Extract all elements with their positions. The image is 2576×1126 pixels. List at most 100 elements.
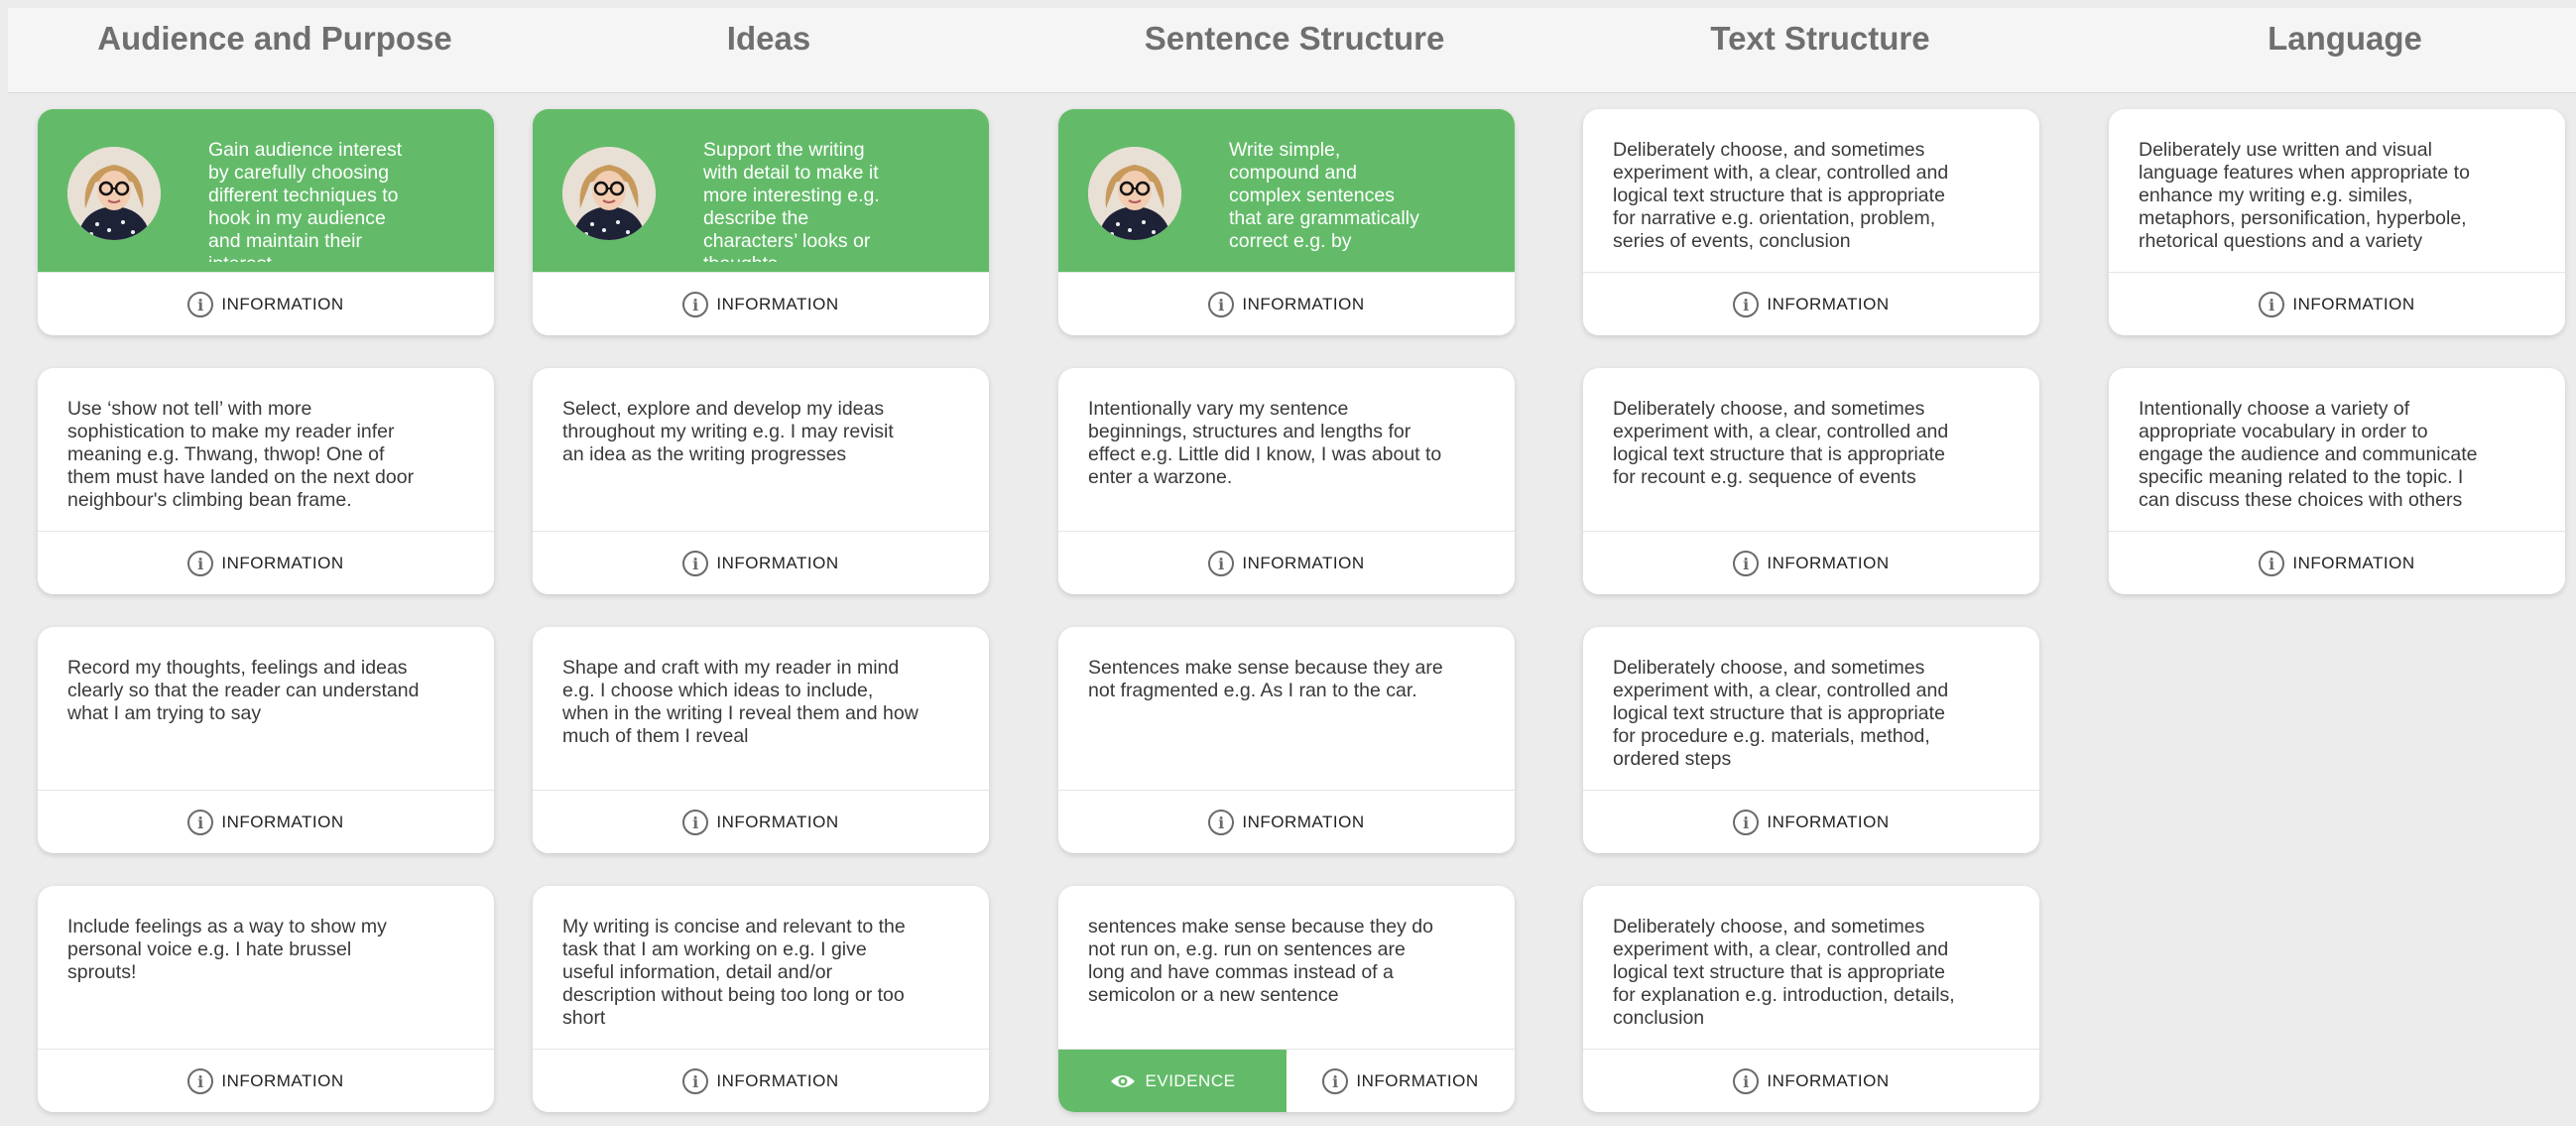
student-avatar <box>67 147 161 240</box>
progressions-board: Audience and Purpose Gain audience inter… <box>0 0 2576 1126</box>
info-icon: i <box>682 810 709 835</box>
information-button[interactable]: i INFORMATION <box>2109 273 2565 335</box>
progression-card[interactable]: Use ‘show not tell’ with more sophistica… <box>38 368 494 594</box>
progression-card[interactable]: Intentionally vary my sentence beginning… <box>1058 368 1515 594</box>
card-text: Deliberately choose, and sometimes exper… <box>1613 657 1949 770</box>
information-button[interactable]: i INFORMATION <box>38 1050 494 1112</box>
card-body[interactable]: Intentionally vary my sentence beginning… <box>1058 368 1515 531</box>
evidence-label: EVIDENCE <box>1145 1071 1236 1090</box>
card-body[interactable]: My writing is concise and relevant to th… <box>533 886 989 1049</box>
card-body[interactable]: Deliberately choose, and sometimes exper… <box>1583 368 2039 531</box>
card-body[interactable]: Write simple, compound and complex sente… <box>1058 109 1515 272</box>
progression-card[interactable]: Deliberately use written and visual lang… <box>2109 109 2565 335</box>
card-footer: i INFORMATION <box>1583 272 2039 335</box>
info-icon: i <box>682 1068 709 1094</box>
progression-card-selected[interactable]: Write simple, compound and complex sente… <box>1058 109 1515 335</box>
information-button[interactable]: i INFORMATION <box>533 532 989 594</box>
card-footer: i INFORMATION <box>1058 272 1515 335</box>
card-body[interactable]: Record my thoughts, feelings and ideas c… <box>38 627 494 790</box>
information-button[interactable]: i INFORMATION <box>1058 791 1515 853</box>
information-button[interactable]: i INFORMATION <box>1583 1050 2039 1112</box>
information-button[interactable]: i INFORMATION <box>2109 532 2565 594</box>
information-button[interactable]: i INFORMATION <box>38 532 494 594</box>
information-button[interactable]: i INFORMATION <box>38 273 494 335</box>
progression-card[interactable]: Deliberately choose, and sometimes exper… <box>1583 886 2039 1112</box>
progression-card[interactable]: Deliberately choose, and sometimes exper… <box>1583 368 2039 594</box>
information-button[interactable]: i INFORMATION <box>1583 532 2039 594</box>
info-icon: i <box>2259 551 2285 576</box>
information-button[interactable]: i INFORMATION <box>1583 791 2039 853</box>
card-text: Intentionally choose a variety of approp… <box>2139 398 2478 511</box>
progression-card[interactable]: sentences make sense because they do not… <box>1058 886 1515 1112</box>
progression-card[interactable]: Include feelings as a way to show my per… <box>38 886 494 1112</box>
card-body[interactable]: Shape and craft with my reader in mind e… <box>533 627 989 790</box>
info-icon: i <box>187 810 214 835</box>
card-body[interactable]: Support the writing with detail to make … <box>533 109 989 272</box>
progression-card-selected[interactable]: Gain audience interest by carefully choo… <box>38 109 494 335</box>
card-body[interactable]: Gain audience interest by carefully choo… <box>38 109 494 272</box>
card-footer: i INFORMATION <box>38 790 494 853</box>
student-avatar-graphic <box>67 147 161 240</box>
info-icon: i <box>1733 551 1760 576</box>
info-icon: i <box>1733 292 1760 317</box>
card-body[interactable]: Intentionally choose a variety of approp… <box>2109 368 2565 531</box>
evidence-button[interactable]: EVIDENCE <box>1058 1050 1287 1112</box>
card-text: Select, explore and develop my ideas thr… <box>562 398 894 465</box>
card-footer: i INFORMATION <box>1583 531 2039 594</box>
progression-card[interactable]: Intentionally choose a variety of approp… <box>2109 368 2565 594</box>
progression-card[interactable]: Deliberately choose, and sometimes exper… <box>1583 627 2039 853</box>
card-body[interactable]: Include feelings as a way to show my per… <box>38 886 494 1049</box>
progression-card[interactable]: Sentences make sense because they are no… <box>1058 627 1515 853</box>
information-button[interactable]: i INFORMATION <box>1058 273 1515 335</box>
card-text: Shape and craft with my reader in mind e… <box>562 657 919 747</box>
card-text: sentences make sense because they do not… <box>1088 916 1433 1006</box>
progression-card[interactable]: Shape and craft with my reader in mind e… <box>533 627 989 853</box>
information-label: INFORMATION <box>2292 554 2415 572</box>
information-button[interactable]: i INFORMATION <box>1583 273 2039 335</box>
card-body[interactable]: Deliberately choose, and sometimes exper… <box>1583 886 2039 1049</box>
card-body[interactable]: Deliberately use written and visual lang… <box>2109 109 2565 272</box>
card-footer: i INFORMATION <box>1058 790 1515 853</box>
information-button[interactable]: i INFORMATION <box>533 273 989 335</box>
info-icon: i <box>187 551 214 576</box>
card-text: Sentences make sense because they are no… <box>1088 657 1443 701</box>
progression-card[interactable]: Deliberately choose, and sometimes exper… <box>1583 109 2039 335</box>
information-label: INFORMATION <box>716 295 839 313</box>
progression-card[interactable]: Select, explore and develop my ideas thr… <box>533 368 989 594</box>
info-icon: i <box>2259 292 2285 317</box>
info-icon: i <box>1733 1068 1760 1094</box>
information-button[interactable]: i INFORMATION <box>1287 1050 1515 1112</box>
info-icon: i <box>187 1068 214 1094</box>
card-body[interactable]: Sentences make sense because they are no… <box>1058 627 1515 790</box>
information-label: INFORMATION <box>1356 1071 1479 1090</box>
card-text: Deliberately choose, and sometimes exper… <box>1613 139 1949 252</box>
information-button[interactable]: i INFORMATION <box>533 791 989 853</box>
card-footer: EVIDENCE i INFORMATION <box>1058 1049 1515 1112</box>
card-text: Gain audience interest by carefully choo… <box>208 139 403 262</box>
information-label: INFORMATION <box>716 1071 839 1090</box>
info-icon: i <box>1208 292 1235 317</box>
card-body[interactable]: sentences make sense because they do not… <box>1058 886 1515 1049</box>
information-label: INFORMATION <box>221 813 344 831</box>
card-body[interactable]: Use ‘show not tell’ with more sophistica… <box>38 368 494 531</box>
information-button[interactable]: i INFORMATION <box>533 1050 989 1112</box>
info-icon: i <box>1208 810 1235 835</box>
card-footer: i INFORMATION <box>1583 790 2039 853</box>
card-body[interactable]: Deliberately choose, and sometimes exper… <box>1583 627 2039 790</box>
information-label: INFORMATION <box>1767 1071 1890 1090</box>
progression-card[interactable]: Record my thoughts, feelings and ideas c… <box>38 627 494 853</box>
card-body[interactable]: Select, explore and develop my ideas thr… <box>533 368 989 531</box>
information-button[interactable]: i INFORMATION <box>38 791 494 853</box>
card-footer: i INFORMATION <box>38 272 494 335</box>
information-label: INFORMATION <box>1242 295 1365 313</box>
progression-card-selected[interactable]: Support the writing with detail to make … <box>533 109 989 335</box>
card-body[interactable]: Deliberately choose, and sometimes exper… <box>1583 109 2039 272</box>
card-text: Use ‘show not tell’ with more sophistica… <box>67 398 415 511</box>
card-footer: i INFORMATION <box>533 1049 989 1112</box>
column-title: Audience and Purpose <box>97 20 452 57</box>
card-text: Deliberately choose, and sometimes exper… <box>1613 398 1949 488</box>
progression-card[interactable]: My writing is concise and relevant to th… <box>533 886 989 1112</box>
card-text: Intentionally vary my sentence beginning… <box>1088 398 1442 488</box>
information-button[interactable]: i INFORMATION <box>1058 532 1515 594</box>
student-avatar-graphic <box>1088 147 1181 240</box>
